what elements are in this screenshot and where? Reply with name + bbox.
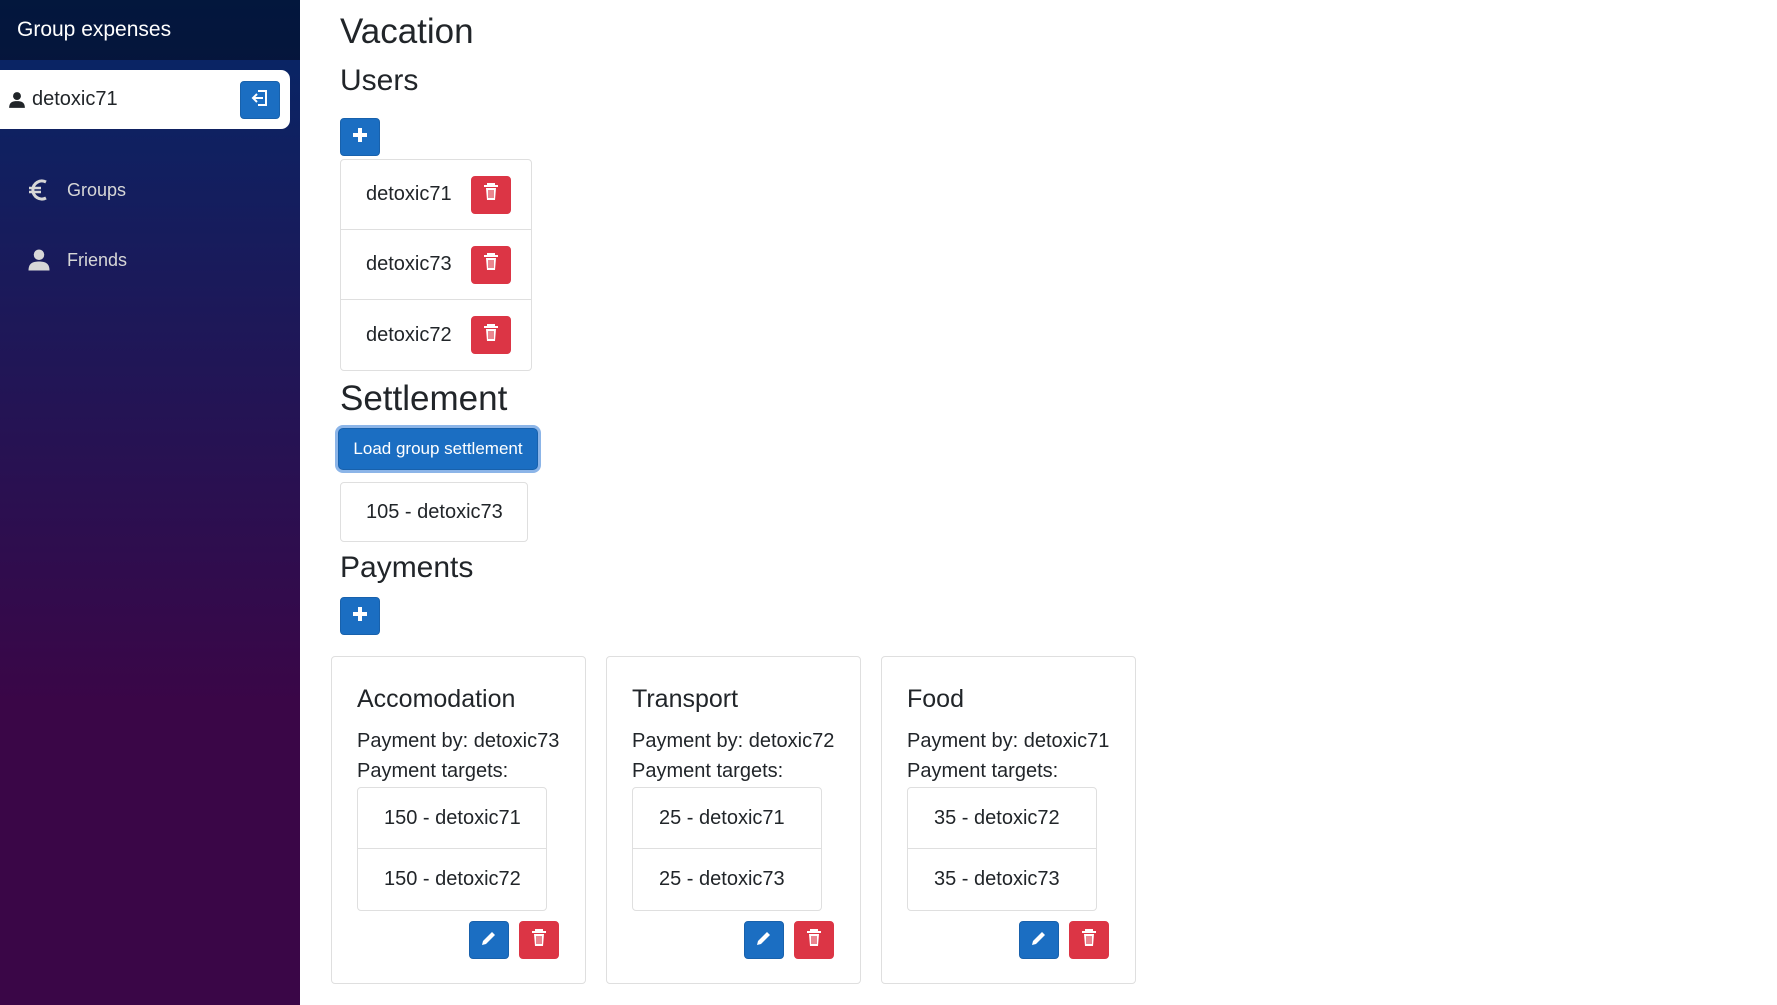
delete-payment-button[interactable] xyxy=(519,921,559,959)
euro-icon xyxy=(25,176,53,204)
card-actions xyxy=(469,921,559,959)
trash-icon xyxy=(483,323,499,347)
pencil-icon xyxy=(480,929,498,952)
delete-user-button[interactable] xyxy=(471,316,511,354)
settlement-result: 105 - detoxic73 xyxy=(340,482,528,542)
list-item: 25 - detoxic73 xyxy=(659,868,785,890)
delete-user-button[interactable] xyxy=(471,245,511,284)
user-name: detoxic73 xyxy=(366,253,452,275)
person-icon xyxy=(25,246,53,274)
sidebar-item-friends[interactable]: Friends xyxy=(0,236,300,284)
trash-icon xyxy=(483,183,499,206)
payments-heading: Payments xyxy=(340,551,474,584)
logout-icon xyxy=(250,88,270,113)
payment-title: Food xyxy=(907,685,964,713)
payment-title: Accomodation xyxy=(357,685,516,713)
payment-card: Food Payment by: detoxic71 Payment targe… xyxy=(881,656,1136,984)
user-name: detoxic72 xyxy=(366,323,452,346)
current-user-card: detoxic71 xyxy=(0,70,290,129)
payment-targets-label: Payment targets: xyxy=(632,760,784,782)
sidebar-item-label: Groups xyxy=(67,179,127,200)
payment-targets-list: 25 - detoxic71 25 - detoxic73 xyxy=(632,787,822,911)
trash-icon xyxy=(483,253,499,276)
group-title: Vacation xyxy=(340,12,474,51)
sidebar-nav: Groups Friends xyxy=(0,166,300,306)
payment-by: Payment by: detoxic72 xyxy=(632,730,835,752)
sidebar-item-label: Friends xyxy=(67,249,128,270)
add-payment-button[interactable] xyxy=(340,597,380,635)
logout-button[interactable] xyxy=(240,81,280,119)
plus-icon xyxy=(351,126,369,149)
user-name: detoxic71 xyxy=(366,183,452,205)
trash-icon xyxy=(531,928,547,952)
settlement-heading: Settlement xyxy=(340,379,508,418)
list-item: detoxic71 xyxy=(341,160,531,230)
payment-targets-label: Payment targets: xyxy=(357,760,509,782)
users-list: detoxic71 detoxic73 detoxic72 xyxy=(340,159,532,371)
delete-user-button[interactable] xyxy=(471,175,511,214)
list-item: detoxic72 xyxy=(341,300,531,370)
payment-targets-label: Payment targets: xyxy=(907,760,1059,782)
user-icon xyxy=(8,90,28,110)
list-item: 150 - detoxic71 xyxy=(358,788,546,849)
trash-icon xyxy=(1081,928,1097,952)
top-bar: Group expenses xyxy=(0,0,300,60)
current-user-name: detoxic71 xyxy=(32,88,118,110)
list-item: 150 - detoxic72 xyxy=(384,868,521,890)
card-actions xyxy=(1019,921,1109,959)
list-item: 35 - detoxic73 xyxy=(934,868,1060,890)
edit-payment-button[interactable] xyxy=(469,921,509,959)
list-item: 25 - detoxic71 xyxy=(633,788,821,849)
users-heading: Users xyxy=(340,64,419,97)
list-item: 35 - detoxic72 xyxy=(908,788,1096,849)
payment-title: Transport xyxy=(632,685,739,713)
trash-icon xyxy=(806,928,822,952)
main-content: Vacation Users detoxic71 detoxic73 detox… xyxy=(300,0,1777,1005)
list-item: detoxic73 xyxy=(341,230,531,300)
sidebar-item-groups[interactable]: Groups xyxy=(0,166,300,214)
payment-targets-list: 35 - detoxic72 35 - detoxic73 xyxy=(907,787,1097,911)
sidebar: Group expenses detoxic71 Groups Friends xyxy=(0,0,300,1005)
load-settlement-button[interactable]: Load group settlement xyxy=(338,428,538,470)
payment-by: Payment by: detoxic71 xyxy=(907,730,1110,752)
payment-targets-list: 150 - detoxic71 150 - detoxic72 xyxy=(357,787,547,911)
plus-icon xyxy=(351,605,369,628)
pencil-icon xyxy=(755,929,773,952)
pencil-icon xyxy=(1030,929,1048,952)
add-user-button[interactable] xyxy=(340,118,380,156)
payment-card: Accomodation Payment by: detoxic73 Payme… xyxy=(331,656,586,984)
edit-payment-button[interactable] xyxy=(1019,921,1059,959)
delete-payment-button[interactable] xyxy=(1069,921,1109,959)
delete-payment-button[interactable] xyxy=(794,921,834,959)
payment-by: Payment by: detoxic73 xyxy=(357,730,560,752)
payment-card: Transport Payment by: detoxic72 Payment … xyxy=(606,656,861,984)
card-actions xyxy=(744,921,834,959)
app-brand[interactable]: Group expenses xyxy=(17,18,171,42)
edit-payment-button[interactable] xyxy=(744,921,784,959)
